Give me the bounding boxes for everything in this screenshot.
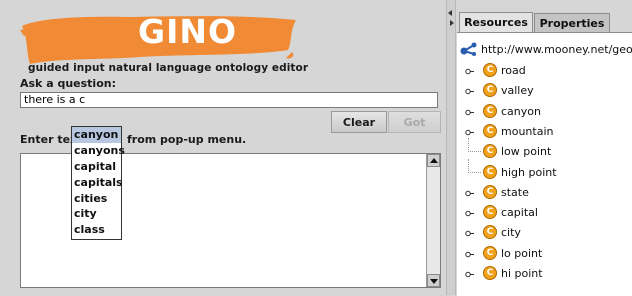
class-icon: C <box>483 103 497 118</box>
ontology-icon <box>460 42 477 56</box>
expand-toggle-icon[interactable] <box>465 270 474 279</box>
tree-node[interactable]: Cvalley <box>457 83 632 101</box>
class-icon: C <box>483 164 497 179</box>
tree-node[interactable]: Croad <box>457 63 632 81</box>
editor-panel: GINO guided input natural language ontol… <box>0 0 446 295</box>
resources-panel: Resources Properties http://www.mooney.n… <box>456 0 632 296</box>
popup-item[interactable]: class <box>72 222 121 238</box>
expand-toggle-icon[interactable] <box>465 67 474 76</box>
expand-toggle-icon[interactable] <box>465 87 474 96</box>
expand-toggle-icon[interactable] <box>465 250 474 259</box>
autocomplete-popup: canyon canyons capital capitals cities c… <box>71 126 125 240</box>
tree-node-label: road <box>501 64 526 77</box>
tree-node-label: valley <box>501 84 534 98</box>
tree-connector <box>468 138 469 153</box>
question-input[interactable]: there is a c <box>20 92 438 108</box>
tree-node-label: high point <box>501 165 557 179</box>
popup-item[interactable]: capital <box>72 159 121 175</box>
tree-root-label: http://www.mooney.net/geo# <box>481 43 632 56</box>
class-icon: C <box>483 144 497 159</box>
tree-node[interactable]: Cstate <box>457 184 632 203</box>
logo-subtitle: guided input natural language ontology e… <box>28 62 309 74</box>
tree-node[interactable]: Ccanyon <box>457 103 632 122</box>
tree-node-label: canyon <box>501 104 541 118</box>
expand-toggle-icon[interactable] <box>465 189 474 198</box>
tree-node-label: mountain <box>501 124 554 138</box>
scroll-up-button[interactable] <box>427 154 440 167</box>
class-icon: C <box>483 205 497 220</box>
expand-toggle-icon[interactable] <box>465 229 474 238</box>
clear-button[interactable]: Clear <box>331 111 387 133</box>
tree-connector <box>468 158 469 173</box>
class-icon: C <box>483 83 497 98</box>
tree-node[interactable]: Chigh point <box>457 158 632 183</box>
class-icon: C <box>483 266 497 280</box>
tree-node[interactable]: Ccapital <box>457 205 632 223</box>
collapse-right-icon[interactable] <box>450 20 454 26</box>
scroll-up-icon <box>430 158 438 163</box>
popup-item[interactable]: cities <box>72 191 121 207</box>
popup-item[interactable]: canyon <box>72 127 121 143</box>
tree-node[interactable]: Clo point <box>457 245 632 264</box>
class-icon: C <box>483 123 497 138</box>
go-button[interactable]: Got <box>388 111 441 133</box>
tree-node-label: hi point <box>501 267 543 280</box>
tree-node[interactable]: Ccity <box>457 225 632 243</box>
tree-node-label: city <box>501 226 521 240</box>
popup-item[interactable]: city <box>72 206 121 222</box>
tree-node-label: low point <box>501 145 552 159</box>
tree-node-label: lo point <box>501 246 543 260</box>
tree-node-label: capital <box>501 206 538 220</box>
ontology-tree: http://www.mooney.net/geo# Croad Cvalley C… <box>457 32 632 296</box>
tree-node-label: state <box>501 185 529 199</box>
scroll-down-icon <box>430 279 438 284</box>
tree-node[interactable]: Clow point <box>457 138 632 162</box>
scroll-down-button[interactable] <box>427 274 440 287</box>
class-icon: C <box>483 245 497 260</box>
tab-properties[interactable]: Properties <box>534 13 610 32</box>
popup-item[interactable]: capitals <box>72 175 123 191</box>
popup-item[interactable]: canyons <box>72 143 125 159</box>
panel-splitter[interactable] <box>446 0 456 295</box>
expand-toggle-icon[interactable] <box>465 108 474 117</box>
expand-toggle-icon[interactable] <box>465 209 474 218</box>
logo-title: GINO <box>138 12 238 51</box>
class-icon: C <box>483 184 497 199</box>
tree-node[interactable]: Cmountain <box>457 123 632 142</box>
app-logo: GINO guided input natural language ontol… <box>20 12 308 74</box>
expand-toggle-icon[interactable] <box>465 128 474 137</box>
instruction-suffix: from pop-up menu. <box>127 133 247 146</box>
question-label: Ask a question: <box>20 77 116 90</box>
collapse-left-icon[interactable] <box>448 10 452 16</box>
tree-root[interactable]: http://www.mooney.net/geo# <box>457 39 632 57</box>
tree-connector <box>468 171 481 173</box>
class-icon: C <box>483 225 497 240</box>
vertical-scrollbar[interactable] <box>426 154 440 287</box>
class-icon: C <box>483 63 497 77</box>
tree-node[interactable]: Chi point <box>457 266 632 284</box>
tab-resources[interactable]: Resources <box>459 12 533 32</box>
tree-connector <box>468 151 481 153</box>
